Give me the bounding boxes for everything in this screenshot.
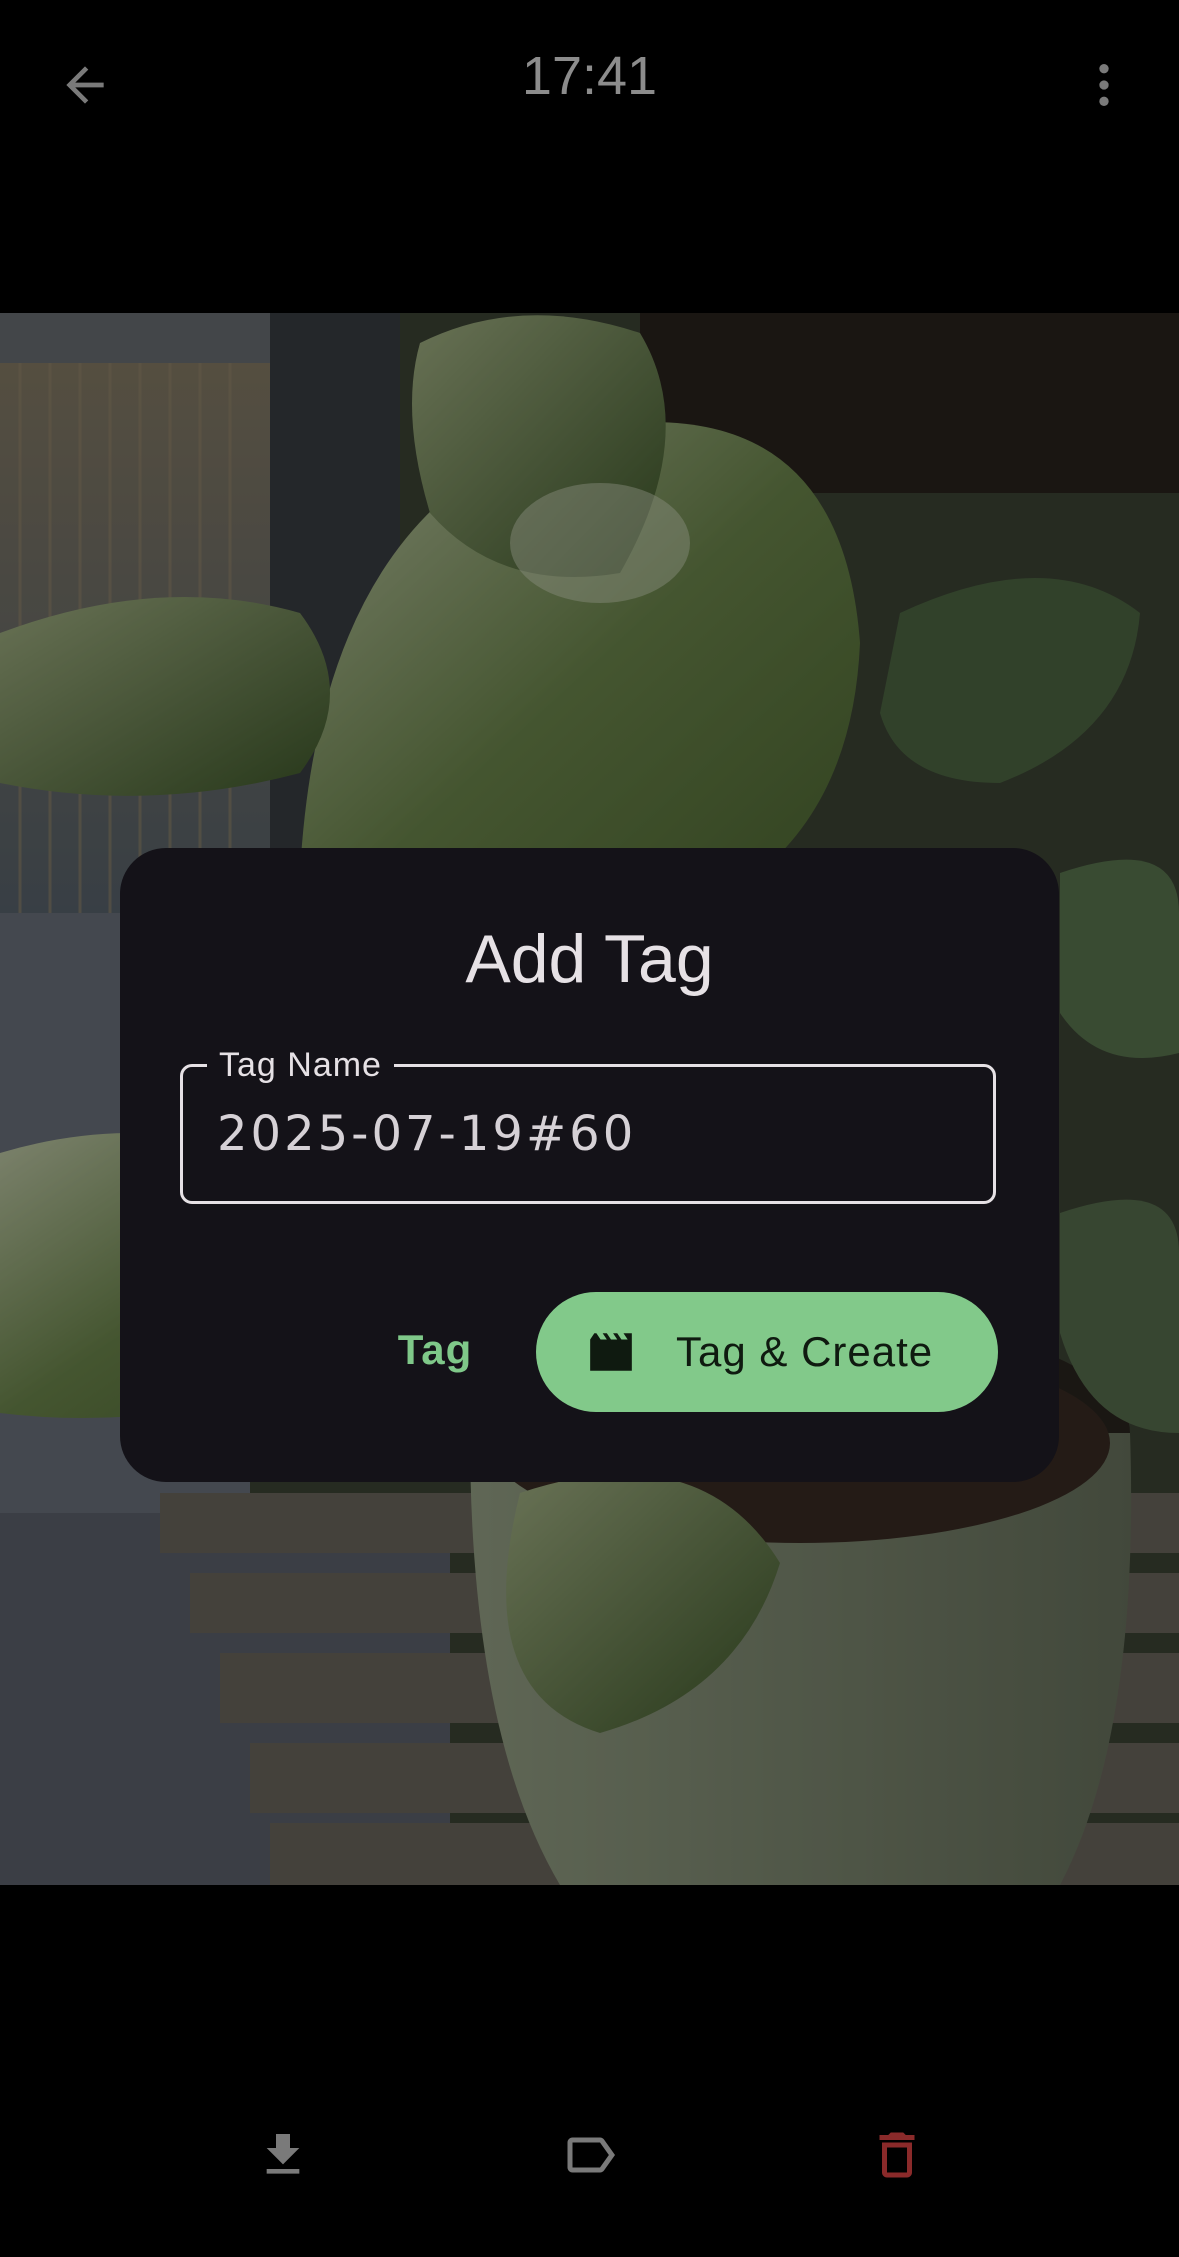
tag-button[interactable]: Tag: [350, 1290, 520, 1410]
download-button[interactable]: [228, 2100, 338, 2210]
tag-name-input[interactable]: [217, 1067, 957, 1201]
label-icon: [567, 2137, 615, 2173]
dialog-title: Add Tag: [465, 921, 714, 997]
more-vert-icon: [1099, 64, 1109, 106]
add-tag-dialog: Add Tag Tag Name Tag Tag & Create: [120, 848, 1059, 1482]
more-options-button[interactable]: [1059, 40, 1149, 130]
tag-and-create-button[interactable]: Tag & Create: [536, 1292, 998, 1412]
delete-icon: [879, 2132, 915, 2178]
tag-and-create-label: Tag & Create: [676, 1328, 934, 1375]
page-title: 17:41: [521, 46, 658, 106]
top-bar: 17:41: [0, 0, 1179, 165]
tag-name-field: Tag Name: [180, 1043, 996, 1204]
clapperboard-icon: [590, 1333, 632, 1371]
delete-button[interactable]: [842, 2100, 952, 2210]
download-icon: [266, 2134, 300, 2174]
bottom-action-bar: [0, 2080, 1179, 2230]
tag-button-bottom[interactable]: [535, 2100, 645, 2210]
screen: 17:41 Add Tag Tag Name 2025-07-19#60 Tag…: [0, 0, 1179, 2257]
